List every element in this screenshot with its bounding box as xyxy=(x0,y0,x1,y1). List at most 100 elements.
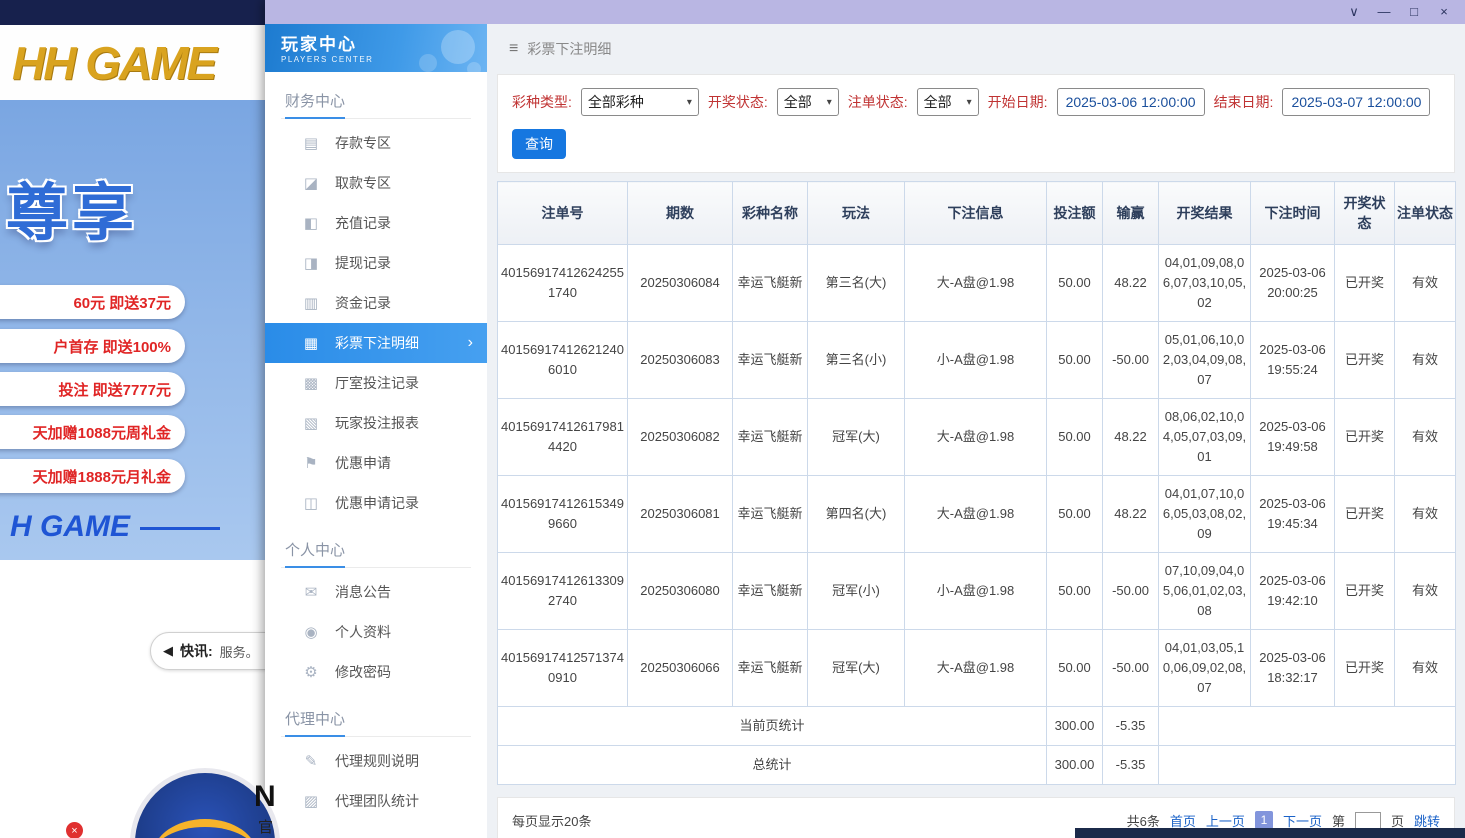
cell-bet_id: 401569174126153499660 xyxy=(498,476,628,553)
draw-status-select[interactable]: 全部 ▾ xyxy=(777,88,839,116)
cell-winloss: 48.22 xyxy=(1103,245,1159,322)
cell-bet_info: 大-A盘@1.98 xyxy=(905,245,1047,322)
sidebar-item-personal-profile[interactable]: ◉个人资料 xyxy=(265,612,487,652)
withdraw-zone-icon: ◪ xyxy=(303,174,319,192)
big-promo-text: 尊享 xyxy=(6,162,138,252)
sidebar-item-recharge-records[interactable]: ◧充值记录 xyxy=(265,203,487,243)
sidebar-item-hall-bet-records[interactable]: ▩厅室投注记录 xyxy=(265,363,487,403)
column-header: 注单号 xyxy=(498,182,628,245)
total-summary-label: 总统计 xyxy=(498,746,1047,785)
promo-banner: 天加赠1888元月礼金 xyxy=(0,459,185,493)
column-header: 开奖状态 xyxy=(1335,182,1395,245)
cell-bet_id: 401569174125713740910 xyxy=(498,630,628,707)
cell-amount: 50.00 xyxy=(1047,245,1103,322)
sidebar-item-withdraw-zone[interactable]: ◪ 取款专区 xyxy=(265,163,487,203)
cell-result: 04,01,09,08,06,07,03,10,05,02 xyxy=(1159,245,1251,322)
sidebar-item-lottery-bet-details[interactable]: ▦彩票下注明细› xyxy=(265,323,487,363)
cell-draw_status: 已开奖 xyxy=(1335,476,1395,553)
sidebar-item-change-password[interactable]: ⚙修改密码 xyxy=(265,652,487,692)
sidebar: 玩家中心 PLAYERS CENTER 财务中心▤存款专区◪取款专区◧充值记录◨… xyxy=(265,24,487,838)
cell-bet_id: 401569174126242551740 xyxy=(498,245,628,322)
window-maximize-icon[interactable]: □ xyxy=(1399,0,1429,24)
total-summary-amount: 300.00 xyxy=(1047,746,1103,785)
page-title: 彩票下注明细 xyxy=(527,39,611,59)
cell-bet_info: 小-A盘@1.98 xyxy=(905,322,1047,399)
end-date-label: 结束日期: xyxy=(1214,92,1274,112)
sidebar-item-label: 消息公告 xyxy=(335,582,391,602)
jump-link[interactable]: 跳转 xyxy=(1414,811,1440,830)
filter-panel: 彩种类型: 全部彩种 ▾ 开奖状态: 全部 ▾ 注单状态: 全部 ▾ xyxy=(497,74,1455,173)
cell-play: 冠军(大) xyxy=(808,399,905,476)
sidebar-item-label: 个人资料 xyxy=(335,622,391,642)
column-header: 下注时间 xyxy=(1251,182,1335,245)
deposit-zone-icon: ▤ xyxy=(303,134,319,152)
total-summary-row: 总统计 300.00 -5.35 xyxy=(498,746,1456,785)
cell-lottery: 幸运飞艇新 xyxy=(733,630,808,707)
cell-bet_time: 2025-03-06 19:42:10 xyxy=(1251,553,1335,630)
sidebar-item-promo-application-records[interactable]: ◫优惠申请记录 xyxy=(265,483,487,523)
cell-bet_info: 大-A盘@1.98 xyxy=(905,630,1047,707)
lottery-type-value: 全部彩种 xyxy=(588,92,644,112)
cell-bet_status: 有效 xyxy=(1395,476,1456,553)
ad-close-icon[interactable]: × xyxy=(66,822,83,838)
sidebar-item-label: 取款专区 xyxy=(335,173,391,193)
sidebar-item-fund-records[interactable]: ▥资金记录 xyxy=(265,283,487,323)
chevron-right-icon: › xyxy=(468,334,473,352)
sidebar-item-label: 存款专区 xyxy=(335,133,391,153)
cell-bet_info: 大-A盘@1.98 xyxy=(905,399,1047,476)
sidebar-item-agent-team-stats[interactable]: ▨代理团队统计 xyxy=(265,781,487,821)
sidebar-item-agent-rules[interactable]: ✎代理规则说明 xyxy=(265,741,487,781)
first-page-link[interactable]: 首页 xyxy=(1170,811,1196,830)
start-date-input[interactable]: 2025-03-06 12:00:00 xyxy=(1057,88,1205,116)
cell-bet_time: 2025-03-06 19:49:58 xyxy=(1251,399,1335,476)
total-count: 共6条 xyxy=(1127,811,1160,830)
cell-lottery: 幸运飞艇新 xyxy=(733,476,808,553)
sidebar-item-label: 优惠申请记录 xyxy=(335,493,419,513)
cell-amount: 50.00 xyxy=(1047,322,1103,399)
draw-status-value: 全部 xyxy=(784,92,812,112)
cell-amount: 50.00 xyxy=(1047,630,1103,707)
table-row: 40156917412613309274020250306080幸运飞艇新冠军(… xyxy=(498,553,1456,630)
speaker-icon: ◀ xyxy=(163,643,173,659)
total-summary-winloss: -5.35 xyxy=(1103,746,1159,785)
cell-bet_status: 有效 xyxy=(1395,245,1456,322)
page-jump-input[interactable] xyxy=(1355,812,1381,829)
next-page-link[interactable]: 下一页 xyxy=(1283,811,1322,830)
column-header: 期数 xyxy=(628,182,733,245)
window-chevron-icon[interactable]: ∨ xyxy=(1339,0,1369,24)
cell-lottery: 幸运飞艇新 xyxy=(733,399,808,476)
agent-team-stats-icon: ▨ xyxy=(303,792,319,810)
end-date-input[interactable]: 2025-03-07 12:00:00 xyxy=(1282,88,1430,116)
table-row: 40156917412621240601020250306083幸运飞艇新第三名… xyxy=(498,322,1456,399)
cell-lottery: 幸运飞艇新 xyxy=(733,553,808,630)
site-logo: HH GAME xyxy=(12,36,215,90)
window-close-icon[interactable]: × xyxy=(1429,0,1459,24)
search-button[interactable]: 查询 xyxy=(512,129,566,159)
cell-winloss: 48.22 xyxy=(1103,476,1159,553)
promo-banner: 60元 即送37元 xyxy=(0,285,185,319)
sidebar-item-message-announcements[interactable]: ✉消息公告 xyxy=(265,572,487,612)
bet-status-select[interactable]: 全部 ▾ xyxy=(917,88,979,116)
column-header: 彩种名称 xyxy=(733,182,808,245)
cell-bet_status: 有效 xyxy=(1395,399,1456,476)
cell-result: 07,10,09,04,05,06,01,02,03,08 xyxy=(1159,553,1251,630)
sidebar-item-promo-application[interactable]: ⚑优惠申请 xyxy=(265,443,487,483)
sidebar-section-title: 财务中心 xyxy=(281,84,471,119)
cell-winloss: -50.00 xyxy=(1103,322,1159,399)
chevron-down-icon: ▾ xyxy=(967,97,972,108)
sidebar-nav: 财务中心 ▤ 存款专区 ◪ 取款专区 ◧充值记录◨提现记录▥资金记录▦彩票下注明细›▩厅室… xyxy=(265,72,487,838)
sidebar-item-deposit-zone[interactable]: ▤ 存款专区 xyxy=(265,123,487,163)
sidebar-item-player-bet-report[interactable]: ▧玩家投注报表 xyxy=(265,403,487,443)
player-center-window: ∨ — □ × 玩家中心 PLAYERS CENTER 财务中心▤存款专区◪取款… xyxy=(265,0,1465,838)
footer-logo: H GAME xyxy=(10,510,220,544)
cell-bet_id: 401569174126179814420 xyxy=(498,399,628,476)
sidebar-item-label: 玩家投注报表 xyxy=(335,413,419,433)
prev-page-link[interactable]: 上一页 xyxy=(1206,811,1245,830)
table-row: 40156917412615349966020250306081幸运飞艇新第四名… xyxy=(498,476,1456,553)
cell-bet_time: 2025-03-06 19:55:24 xyxy=(1251,322,1335,399)
current-page-button[interactable]: 1 xyxy=(1255,811,1273,829)
lottery-type-select[interactable]: 全部彩种 ▾ xyxy=(581,88,699,116)
window-minimize-icon[interactable]: — xyxy=(1369,0,1399,24)
sidebar-item-withdrawal-records[interactable]: ◨提现记录 xyxy=(265,243,487,283)
sidebar-item-label: 代理规则说明 xyxy=(335,751,419,771)
